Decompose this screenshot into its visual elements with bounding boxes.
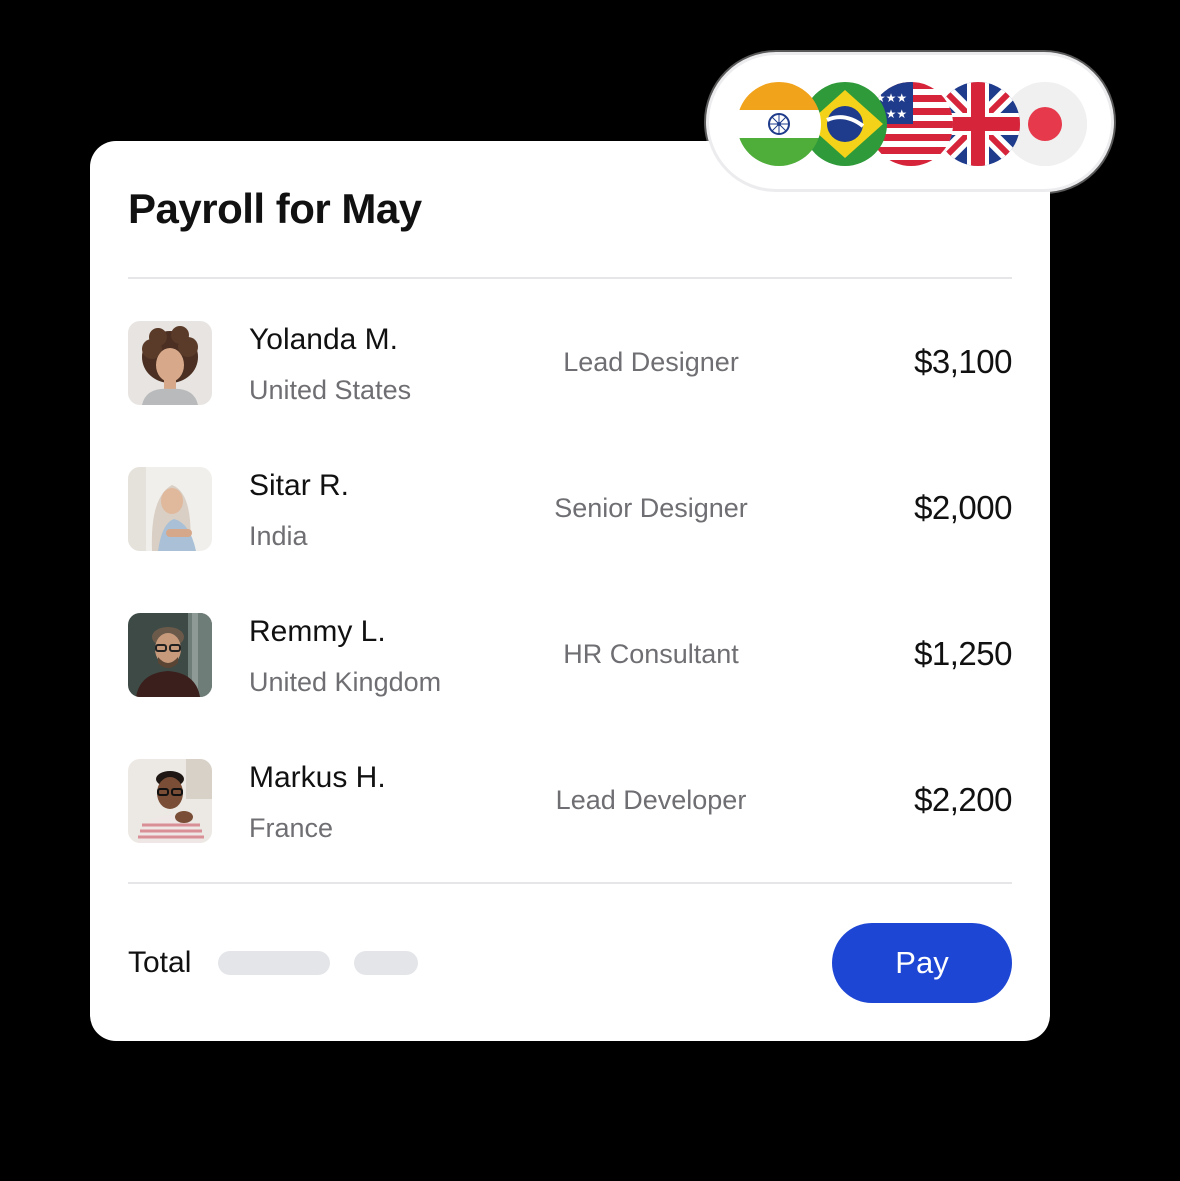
avatar (128, 759, 212, 843)
header-divider (128, 277, 1012, 279)
employee-country: India (249, 521, 308, 551)
payroll-card: Payroll for May Yolanda M. United States… (90, 141, 1050, 1041)
table-row[interactable]: Remmy L. United Kingdom HR Consultant $1… (128, 613, 1012, 699)
employee-name: Markus H. (249, 761, 386, 794)
employee-role: Senior Designer (554, 493, 748, 523)
employee-name: Remmy L. (249, 615, 386, 648)
employee-amount: $2,000 (914, 489, 1012, 526)
table-row[interactable]: Markus H. France Lead Developer $2,200 (128, 759, 1012, 845)
avatar (128, 467, 212, 551)
currency-flags: ★★★ ★★★ (706, 52, 1114, 192)
page-title: Payroll for May (128, 185, 422, 232)
india-flag-icon (737, 82, 821, 166)
table-row[interactable]: Yolanda M. United States Lead Designer $… (128, 321, 1012, 407)
avatar (128, 321, 212, 405)
total-currency-placeholder (354, 951, 418, 975)
total-label: Total (128, 946, 192, 979)
employee-name: Sitar R. (249, 469, 350, 502)
employee-country: United Kingdom (249, 667, 442, 697)
employee-amount: $2,200 (914, 781, 1012, 818)
employee-amount: $1,250 (914, 635, 1012, 672)
employee-amount: $3,100 (914, 343, 1012, 380)
employee-role: HR Consultant (563, 639, 739, 669)
footer-divider (128, 882, 1012, 884)
employee-country: France (249, 813, 334, 843)
employee-country: United States (249, 375, 412, 405)
avatar (128, 613, 212, 697)
employee-role: Lead Designer (563, 347, 739, 377)
pay-button[interactable]: Pay (832, 923, 1012, 1003)
total-amount-placeholder (218, 951, 330, 975)
employee-role: Lead Developer (555, 785, 747, 815)
employee-name: Yolanda M. (249, 323, 399, 356)
table-row[interactable]: Sitar R. India Senior Designer $2,000 (128, 467, 1012, 553)
